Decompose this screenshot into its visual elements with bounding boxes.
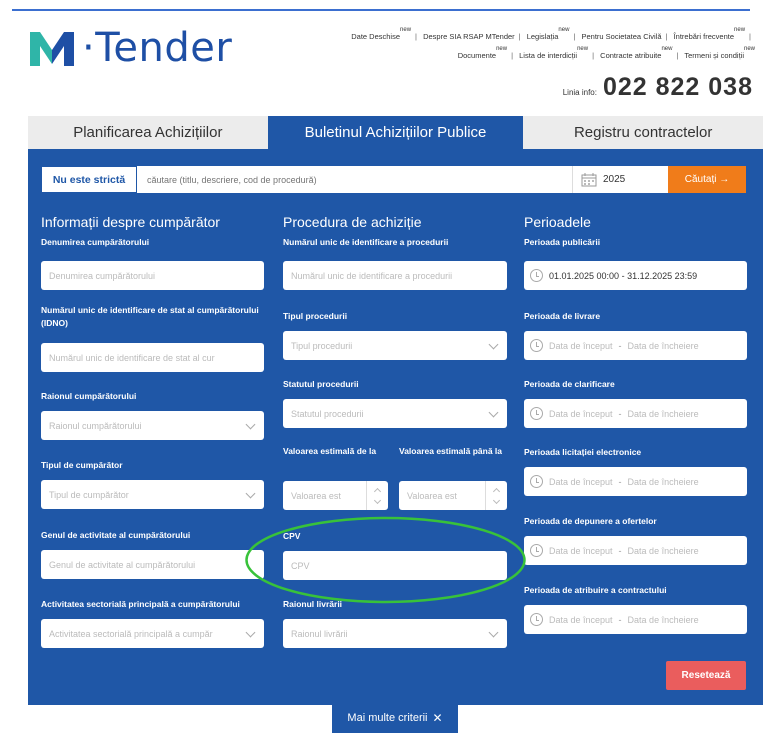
proc-id-label: Numărul unic de identificare a proceduri… [283,237,449,247]
buyer-info-column: Informații despre cumpărător Denumirea c… [41,214,264,704]
link-societatea-civila[interactable]: Pentru Societatea Civilă [581,32,661,41]
periods-title: Perioadele [524,214,591,230]
logo-text: ·Tender [82,25,233,71]
strict-toggle-button[interactable]: Nu este strictă [41,166,137,193]
link-legislatia[interactable]: Legislațianew [527,27,570,41]
activity-input[interactable]: Genul de activitate al cumpărătorului [41,550,264,579]
year-value: 2025 [603,174,626,185]
submission-period-input[interactable]: Data de început - Data de încheiere [524,536,747,565]
more-criteria-button[interactable]: Mai multe criterii ✕ [332,703,458,733]
search-bar: Nu este strictă 2025 Căutați → [41,166,746,193]
sector-select[interactable]: Activitatea sectorială principală a cump… [41,619,264,648]
reset-button[interactable]: Resetează [666,661,746,690]
value-to-input[interactable]: Valoarea est [399,481,507,510]
tab-planificarea[interactable]: Planificarea Achizițiilor [28,116,268,149]
periods-column: Perioadele Perioada publicării 01.01.202… [524,214,747,704]
award-period-input[interactable]: Data de început - Data de încheiere [524,605,747,634]
value-to-spinner[interactable] [485,481,507,510]
link-termeni[interactable]: Termeni și condițiinew [684,46,755,60]
mtender-page: ·Tender Date Deschisenew| Despre SIA RSA… [0,0,763,733]
buyer-name-input[interactable]: Denumirea cumpărătorului [41,261,264,290]
link-despre[interactable]: Despre SIA RSAP MTender [423,32,515,41]
link-lista-interdictii[interactable]: Lista de interdicțiinew [519,46,588,60]
procedure-title: Procedura de achiziție [283,214,422,230]
clarification-period-input[interactable]: Data de început - Data de încheiere [524,399,747,428]
raion-label: Raionul cumpărătorului [41,391,137,401]
idno-label: Numărul unic de identificare de stat al … [41,305,259,328]
phone-info: Linia info: 022 822 038 [563,73,753,102]
auction-period-label: Perioada licitației electronice [524,447,642,457]
activity-label: Genul de activitate al cumpărătorului [41,530,191,540]
link-documente[interactable]: Documentenew [458,46,507,60]
buyer-type-label: Tipul de cumpărător [41,460,123,470]
clarification-period-label: Perioada de clarificare [524,379,615,389]
proc-status-label: Statutul procedurii [283,379,359,389]
search-panel: Nu este strictă 2025 Căutați → Informați… [28,149,763,705]
idno-input[interactable]: Numărul unic de identificare de stat al … [41,343,264,372]
link-contracte-atribuite[interactable]: Contracte atribuitenew [600,46,672,60]
close-icon: ✕ [432,711,443,725]
raion-select[interactable]: Raionul cumpărătorului [41,411,264,440]
clock-icon [530,339,543,352]
award-period-label: Perioada de atribuire a contractului [524,585,667,595]
buyer-type-select[interactable]: Tipul de cumpărător [41,480,264,509]
phone-number: 022 822 038 [602,73,753,101]
top-border-line [12,9,750,11]
mtender-logo[interactable]: ·Tender [28,28,232,68]
delivery-raion-select[interactable]: Raionul livrării [283,619,507,648]
sector-label: Activitatea sectorială principală a cump… [41,599,240,609]
value-from-spinner[interactable] [366,481,388,510]
delivery-raion-label: Raionul livrării [283,599,343,609]
value-from-input[interactable]: Valoarea est [283,481,388,510]
link-date-deschise[interactable]: Date Deschisenew [351,27,411,41]
link-intrebari[interactable]: Întrebări frecventenew [674,27,745,41]
header-links-row-2: Documentenew| Lista de interdicțiinew| C… [457,46,755,60]
phone-label: Linia info: [562,88,597,97]
procedure-column: Procedura de achiziție Numărul unic de i… [283,214,507,704]
more-criteria-label: Mai multe criterii [347,712,428,724]
value-from-label: Valoarea estimală de la [283,446,377,456]
clock-icon [530,407,543,420]
search-input[interactable] [137,166,572,193]
main-tabs: Planificarea Achizițiilor Buletinul Achi… [28,116,763,149]
delivery-period-input[interactable]: Data de început - Data de încheiere [524,331,747,360]
header-links: Date Deschisenew| Despre SIA RSAP MTende… [265,27,755,65]
search-button[interactable]: Căutați → [668,166,746,193]
proc-type-select[interactable]: Tipul procedurii [283,331,507,360]
tab-registru[interactable]: Registru contractelor [523,116,763,149]
clock-icon [530,544,543,557]
year-select[interactable]: 2025 [572,166,668,193]
delivery-period-label: Perioada de livrare [524,311,601,321]
buyer-name-label: Denumirea cumpărătorului [41,237,150,247]
logo-m-icon [30,32,74,66]
buyer-info-title: Informații despre cumpărător [41,214,220,230]
clock-icon [530,475,543,488]
cpv-input[interactable]: CPV [283,551,507,580]
publication-period-input[interactable]: 01.01.2025 00:00 - 31.12.2025 23:59 [524,261,747,290]
auction-period-input[interactable]: Data de început - Data de încheiere [524,467,747,496]
clock-icon [530,613,543,626]
cpv-label: CPV [283,531,301,541]
tab-buletinul[interactable]: Buletinul Achizițiilor Publice [267,116,524,149]
calendar-icon [581,172,597,186]
proc-status-select[interactable]: Statutul procedurii [283,399,507,428]
proc-id-input[interactable]: Numărul unic de identificare a proceduri… [283,261,507,290]
submission-period-label: Perioada de depunere a ofertelor [524,516,657,526]
header-links-row-1: Date Deschisenew| Despre SIA RSAP MTende… [351,27,751,41]
proc-type-label: Tipul procedurii [283,311,348,321]
value-to-label: Valoarea estimală până la [399,446,503,456]
clock-icon [530,269,543,282]
publication-period-label: Perioada publicării [524,237,601,247]
